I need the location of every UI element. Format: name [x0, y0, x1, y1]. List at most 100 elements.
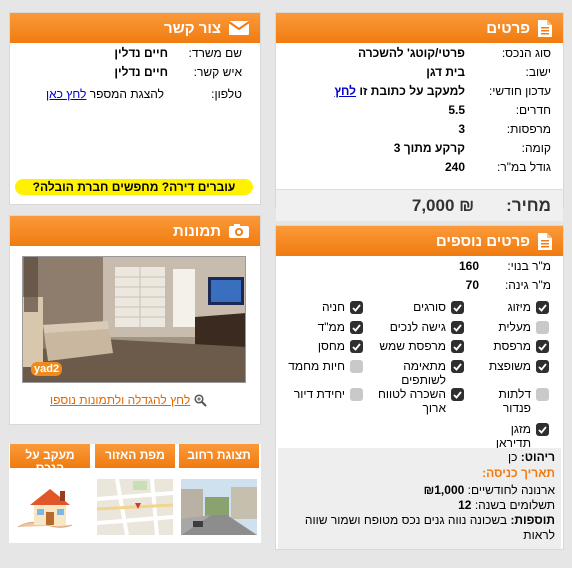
details-title: פרטים	[486, 19, 530, 37]
payments-row: תשלומים בשנה: 12	[458, 498, 555, 512]
feature-checkbox[interactable]: השכרה לטווח ארוך	[368, 387, 464, 415]
checkmark-icon	[451, 301, 464, 314]
track-property-thumbnail[interactable]	[12, 479, 88, 535]
feature-checkbox[interactable]: מרפסת שמש	[368, 339, 464, 353]
feature-checkbox[interactable]: משופצת	[473, 359, 549, 373]
tab-track-property[interactable]: מעקב על הנכס	[10, 444, 90, 468]
feature-label: השכרה לטווח ארוך	[378, 387, 446, 415]
feature-label: מעלית	[498, 320, 531, 334]
contact-office-row: שם משרד: חיים נדלין	[114, 46, 242, 60]
feature-checkbox[interactable]: מיזוג	[473, 300, 549, 314]
detail-row-monthly-update: עדכון חודשי: למעקב על כתובת זו לחץ	[334, 84, 551, 98]
feature-label: מרפסת שמש	[379, 339, 446, 353]
extra-details-title: פרטים נוספים	[435, 232, 530, 250]
feature-checkbox[interactable]: חיות מחמד	[279, 359, 363, 373]
garden-area-row: מ"ר גינה: 70	[465, 278, 551, 292]
unchecked-icon	[536, 321, 549, 334]
street-view-thumbnail[interactable]	[181, 479, 257, 535]
details-header: פרטים	[276, 13, 563, 43]
magnifier-icon	[194, 393, 207, 407]
document-icon	[538, 19, 552, 37]
price-bar: מחיר: 7,000 ₪	[276, 189, 563, 221]
photos-panel: תמונות yad2 לחץ להגדלה ולתמונות נוספו	[9, 215, 261, 425]
checkmark-icon	[350, 301, 363, 314]
feature-checkbox[interactable]: מתאימה לשותפים	[368, 359, 464, 387]
detail-row-city: ישוב: בית דגן	[426, 65, 551, 79]
feature-checkbox[interactable]: סורגים	[368, 300, 464, 314]
extra-details-header: פרטים נוספים	[276, 226, 563, 256]
feature-label: גישה לנכים	[389, 320, 446, 334]
feature-label: מיזוג	[507, 300, 531, 314]
additions-row: תוספות: בשכונה נווה גנים נכס מטופח ושמור…	[304, 513, 555, 542]
document-icon	[538, 232, 552, 250]
feature-checkbox[interactable]: מעלית	[473, 320, 549, 334]
rent-row: ארנונה לחודשיים: ₪1,000	[423, 483, 555, 497]
feature-label: יחידת דיור	[293, 387, 345, 401]
feature-checkbox[interactable]: גישה לנכים	[368, 320, 464, 334]
extra-details-panel: פרטים נוספים מ"ר בנוי: 160 מ"ר גינה: 70 …	[275, 225, 564, 550]
details-panel: פרטים סוג הנכס: פרטי/קוטג' להשכרה ישוב: …	[275, 12, 564, 221]
built-area-row: מ"ר בנוי: 160	[458, 259, 551, 273]
moving-company-banner[interactable]: עוברים דירה? מחפשים חברת הובלה?	[15, 179, 253, 195]
price-value: 7,000 ₪	[411, 195, 475, 215]
feature-label: מזגן תדיראן	[495, 422, 531, 450]
feature-checkbox[interactable]: חניה	[279, 300, 363, 314]
checkmark-icon	[451, 388, 464, 401]
detail-row-size: גודל במ"ר: 240	[444, 160, 551, 174]
feature-label: משופצת	[488, 359, 531, 373]
price-label: מחיר:	[506, 195, 551, 215]
envelope-icon	[228, 21, 250, 35]
checkmark-icon	[536, 340, 549, 353]
unchecked-icon	[350, 388, 363, 401]
camera-icon	[229, 224, 249, 238]
show-phone-link[interactable]: לחץ כאן	[46, 87, 86, 101]
detail-row-floor: קומה: קרקע מתוך 3	[393, 141, 551, 155]
feature-label: סורגים	[413, 300, 446, 314]
checkmark-icon	[536, 423, 549, 436]
feature-checkbox[interactable]: מחסן	[279, 339, 363, 353]
checkmark-icon	[350, 340, 363, 353]
checkmark-icon	[451, 340, 464, 353]
yad2-watermark: yad2	[31, 362, 63, 376]
photos-title: תמונות	[173, 222, 221, 240]
detail-row-balconies: מרפסות: 3	[458, 122, 551, 136]
monthly-update-link[interactable]: לחץ	[334, 84, 356, 98]
checkmark-icon	[350, 321, 363, 334]
detail-row-rooms: חדרים: 5.5	[448, 103, 551, 117]
photos-header: תמונות	[10, 216, 260, 246]
extra-info-box: ריהוט: כן תאריך כניסה: ארנונה לחודשיים: …	[278, 448, 561, 549]
feature-label: דלתות פנדור	[498, 387, 531, 415]
feature-label: מרפסת	[493, 339, 531, 353]
feature-label: מתאימה לשותפים	[401, 359, 446, 387]
feature-label: חניה	[321, 300, 345, 314]
contact-panel: צור קשר שם משרד: חיים נדלין איש קשר: חיי…	[9, 12, 261, 205]
enlarge-photos-link[interactable]: לחץ להגדלה ולתמונות נוספו	[50, 393, 190, 407]
feature-label: מחסן	[317, 339, 345, 353]
checkmark-icon	[536, 301, 549, 314]
checkmark-icon	[451, 360, 464, 373]
unchecked-icon	[350, 360, 363, 373]
feature-checkbox[interactable]: מזגן תדיראן	[473, 422, 549, 450]
contact-header: צור קשר	[10, 13, 260, 43]
feature-checkbox[interactable]: ממ"ד	[279, 320, 363, 334]
feature-checkbox[interactable]: דלתות פנדור	[473, 387, 549, 415]
entry-date-row: תאריך כניסה:	[482, 466, 555, 480]
feature-checkbox[interactable]: יחידת דיור	[279, 387, 363, 401]
checkmark-icon	[536, 360, 549, 373]
area-map-thumbnail[interactable]	[97, 479, 173, 535]
tabs-panel: תצוגת רחוב מפת האזור מעקב על הנכס	[9, 444, 261, 543]
tab-area-map[interactable]: מפת האזור	[95, 444, 175, 468]
enlarge-photos-row[interactable]: לחץ להגדלה ולתמונות נוספו	[50, 393, 207, 407]
contact-person-row: איש קשר: חיים נדלין	[114, 65, 242, 79]
detail-row-type: סוג הנכס: פרטי/קוטג' להשכרה	[357, 46, 551, 60]
unchecked-icon	[536, 388, 549, 401]
tab-street-view[interactable]: תצוגת רחוב	[179, 444, 259, 468]
feature-label: חיות מחמד	[288, 359, 345, 373]
contact-phone-row: טלפון: להצגת המספר לחץ כאן	[46, 87, 242, 101]
checkmark-icon	[451, 321, 464, 334]
property-photo[interactable]: yad2	[22, 256, 246, 383]
contact-title: צור קשר	[164, 19, 221, 37]
feature-checkbox[interactable]: מרפסת	[473, 339, 549, 353]
feature-label: ממ"ד	[317, 320, 345, 334]
furniture-row: ריהוט: כן	[507, 450, 555, 464]
